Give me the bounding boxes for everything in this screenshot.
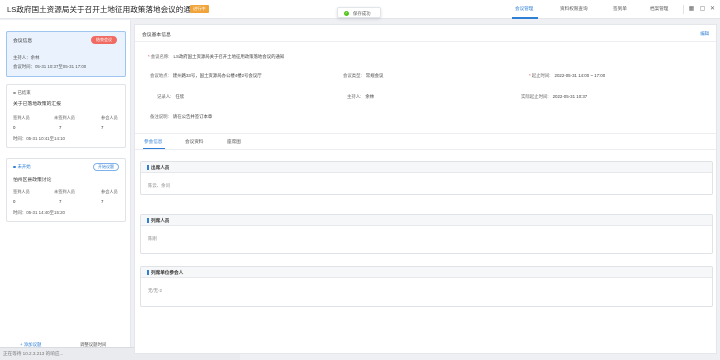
stat-value: 7 [59,125,62,130]
field-host: 主持人: 余林 [347,94,375,99]
panel-content: 陈刚 [148,236,157,241]
field-recorder: 记录人: 任欣 [157,94,185,99]
status-dot-icon [13,165,16,169]
field-start-end-time: *起止时间: 2022-05-31 14:00 ~ 17:00 [529,73,606,78]
stat-label: 未签到人员 [54,115,75,120]
agenda-sidebar: 会议信息 结束会议 主持人：余林 会议时间：05-31 10:37至05-31 … [0,20,131,360]
tab-materials[interactable]: 会议资料 [185,139,203,145]
divider [135,41,716,42]
status-text: 正在等待 10.2.3.213 的响应... [3,351,64,356]
attendees-panel: 出席人员 陈云、余问 [140,161,713,195]
tab-permission-query[interactable]: 资料权限查询 [560,6,588,12]
meeting-host: 主持人：余林 [13,55,40,60]
stat-label: 未签到人员 [54,189,75,194]
observers-panel: 列席人员 陈刚 [140,214,713,254]
agenda-item-card[interactable]: 已结束 关于已落地政策的汇报 签到人员 未签到人员 参会人员 0 7 7 时间：… [6,84,126,148]
status-badge: 进行中 [190,5,209,13]
tab-seating-chart[interactable]: 座席图 [227,139,241,145]
panel-title: 列席人员 [151,218,170,223]
tab-attendance[interactable]: 参会信息 [144,139,162,145]
stat-label: 参会人员 [101,189,118,194]
agenda-title: 关于已落地政策的汇报 [13,102,61,107]
meeting-info-title: 会议信息 [13,39,33,44]
unit-attendees-panel: 列席单位参会人 无/无-2 [140,266,713,307]
tab-archive-management[interactable]: 档案管理 [650,6,668,12]
close-icon[interactable]: ✕ [709,6,716,13]
stat-value: 7 [101,125,104,130]
meeting-detail-panel: 会议基本信息 编辑 *会议名称: LS政府国土资源局关于召开土地征用政策落地会议的… [134,24,717,354]
end-meeting-button[interactable]: 结束会议 [91,36,117,44]
edit-link[interactable]: 编辑 [700,31,709,37]
field-meeting-name: *会议名称: LS政府国土资源局关于召开土地征用政策落地会议的通知 [148,54,285,59]
agenda-title: 怕州区县政策讨论 [13,178,52,183]
page-title: LS政府国土资源局关于召开土地征用政策落地会议的通知 [7,5,199,14]
start-topic-button[interactable]: 开始议题 [93,163,119,171]
agenda-time: 时间：05-31 14:40至15:20 [13,210,66,215]
agenda-status: 未开始 [13,164,31,170]
window-icon[interactable]: ▢ [699,6,706,13]
status-dot-icon [13,91,16,95]
stat-label: 签到人员 [13,189,30,194]
panel-content: 陈云、余问 [148,183,170,188]
stat-value: 7 [59,199,62,204]
stat-value: 7 [101,199,104,204]
check-circle-icon: ✓ [344,11,349,16]
stat-label: 签到人员 [13,115,30,120]
divider [683,5,684,14]
meeting-time: 会议时间：05-31 10:37至05-31 17:00 [13,64,87,69]
field-note: 备注说明: 请在公告并签订本章 [150,114,213,119]
divider [135,149,716,150]
top-bar: LS政府国土资源局关于召开土地征用政策落地会议的通知 进行中 ✓ 保存成功 会议… [0,0,720,19]
toast-message: 保存成功 [353,10,371,16]
agenda-status: 已结束 [13,90,31,96]
tab-sign-in-sheet[interactable]: 签到单 [613,6,627,12]
stat-value: 0 [13,199,16,204]
meeting-info-card[interactable]: 会议信息 结束会议 主持人：余林 会议时间：05-31 10:37至05-31 … [6,31,126,77]
grid-icon[interactable]: ▦ [688,6,695,13]
stat-label: 参会人员 [101,115,118,120]
panel-title: 出席人员 [151,165,170,170]
stat-value: 0 [13,125,16,130]
panel-title: 列席单位参会人 [151,270,184,275]
success-toast: ✓ 保存成功 [337,7,381,18]
tab-meeting-management[interactable]: 会议管理 [515,6,533,12]
divider [135,133,716,134]
section-title: 会议基本信息 [142,33,171,38]
field-actual-time: 实际起止时间: 2022-05-31 10:37 [521,94,588,99]
active-tab-indicator [512,17,538,19]
agenda-time: 时间：05-31 10:41至14:10 [13,136,66,141]
agenda-item-card[interactable]: 未开始 开始议题 怕州区县政策讨论 签到人员 未签到人员 参会人员 0 7 7 … [6,158,126,222]
panel-content: 无/无-2 [148,288,162,293]
field-meeting-place: 会议地点: 建州路33号，国土资源局办公楼4楼2号会议厅 [150,73,262,78]
field-meeting-type: 会议类型: 常规会议 [343,73,384,78]
